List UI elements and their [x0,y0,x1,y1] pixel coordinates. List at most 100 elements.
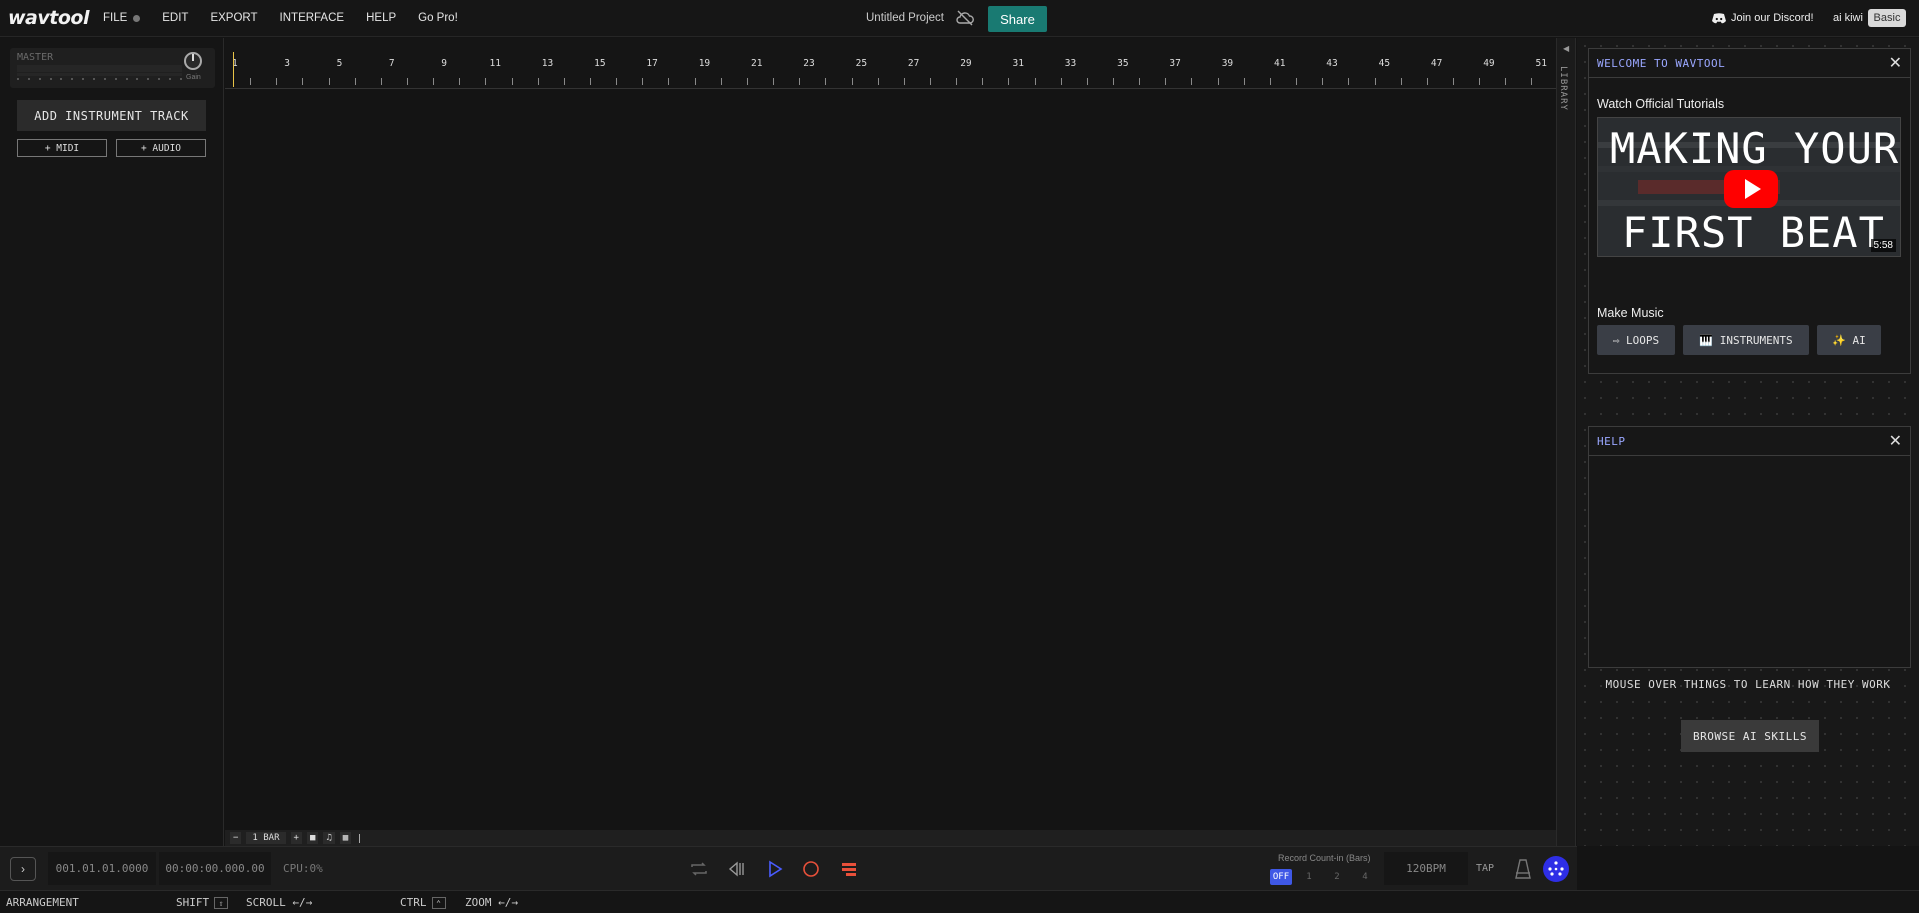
position-bars-display[interactable]: 001.01.01.0000 [48,852,156,885]
scroll-label: SCROLL [246,896,286,909]
menu-help[interactable]: HELP [366,12,396,24]
gain-knob[interactable] [184,52,202,70]
ruler-tick [302,78,304,85]
cloud-off-icon[interactable] [955,9,975,27]
ruler-tick [1034,78,1036,85]
expand-icon[interactable]: › [10,857,36,881]
timeline-ruler[interactable]: 1 3 5 7 9 11 13 15 17 19 21 23 25 27 29 31 33 35 37 39 41 43 4… [225,38,1556,89]
scroll-hint: SCROLL ←/→ [246,896,312,909]
keys-icon[interactable]: ▦ [339,832,352,844]
menu-interface[interactable]: INTERFACE [280,12,345,24]
ruler-tick [1243,78,1245,85]
share-button[interactable]: Share [988,6,1047,32]
bar-number: 41 [1274,58,1286,69]
menu-export[interactable]: EXPORT [210,12,257,24]
main-menu: FILE EDIT EXPORT INTERFACE HELP Go Pro! [103,12,480,24]
thumbnail-title-bottom: FIRST BEAT [1622,208,1885,257]
ruler-tick [1374,78,1376,85]
rewind-icon[interactable] [726,858,748,880]
snap-icon[interactable]: ♫ [323,832,335,844]
add-audio-button[interactable]: + AUDIO [116,139,206,157]
metronome-icon[interactable] [1513,857,1533,881]
instruments-button[interactable]: 🎹 INSTRUMENTS [1683,325,1809,355]
close-icon[interactable]: ✕ [1889,431,1902,451]
count-in-2[interactable]: 2 [1326,869,1348,885]
ai-assistant-icon[interactable] [1543,856,1569,882]
ruler-tick [1479,78,1481,85]
plan-badge[interactable]: Basic [1868,9,1906,27]
ruler-tick [1191,78,1193,85]
bpm-display[interactable]: 120BPM [1384,852,1468,885]
ruler-tick [825,78,827,85]
bar-number: 47 [1430,58,1443,69]
ruler-tick [694,78,696,85]
bar-number: 5 [336,58,343,69]
play-icon[interactable] [764,858,786,880]
record-icon[interactable] [800,858,822,880]
library-label: LIBRARY [1558,66,1568,111]
video-duration: 5:58 [1870,239,1896,252]
tap-tempo-button[interactable]: TAP [1476,863,1494,874]
ruler-tick [1296,78,1298,85]
ruler-tick [982,78,984,85]
count-in-4[interactable]: 4 [1354,869,1376,885]
ruler-tick [1113,78,1115,85]
zoom-out-button[interactable]: − [230,832,242,844]
add-instrument-track-button[interactable]: ADD INSTRUMENT TRACK [17,100,206,131]
bar-number: 27 [907,58,920,69]
discord-link[interactable]: Join our Discord! [1712,12,1814,24]
count-in-off[interactable]: OFF [1270,869,1292,885]
ruler-tick [1269,78,1271,85]
browse-ai-skills-button[interactable]: BROWSE AI SKILLS [1681,720,1819,752]
bar-number: 7 [388,58,395,69]
menu-file[interactable]: FILE [103,12,141,24]
bar-number: 35 [1117,58,1129,69]
menu-edit[interactable]: EDIT [162,12,188,24]
top-bar: wavtool FILE EDIT EXPORT INTERFACE HELP … [0,0,1919,37]
project-title[interactable]: Untitled Project [866,12,944,24]
count-in-1[interactable]: 1 [1298,869,1320,885]
tutorials-label: Watch Official Tutorials [1597,97,1725,111]
ruler-tick [773,78,775,85]
ruler-tick [433,78,435,85]
tutorial-video-thumbnail[interactable]: MAKING YOUR FIRST BEAT 5:58 [1597,117,1901,257]
bar-number: 11 [489,58,501,69]
ruler-tick [877,78,879,85]
ctrl-label: CTRL [400,896,427,909]
ruler-tick [929,78,931,85]
ruler-tick [1217,78,1219,85]
add-midi-button[interactable]: + MIDI [17,139,107,157]
zoom-in-button[interactable]: + [290,832,302,844]
collapse-arrow-icon: ◀ [1563,44,1570,53]
bar-number: 51 [1535,58,1547,69]
mode-label: ARRANGEMENT [6,896,79,909]
gain-label: Gain [186,74,201,81]
position-time-display[interactable]: 00:00:00.000.00 [159,852,271,885]
loop-icon[interactable] [688,858,710,880]
track-panel: MASTER Gain ADD INSTRUMENT TRACK + MIDI … [0,38,224,846]
bar-number: 29 [960,58,972,69]
shift-label: SHIFT [176,896,210,909]
lock-icon[interactable]: ■ [306,832,319,844]
master-meter-right [17,73,182,76]
grid-size-selector[interactable]: 1 BAR [246,832,286,844]
app-logo[interactable]: wavtool [8,7,89,29]
library-toggle[interactable]: ◀ LIBRARY [1556,38,1576,846]
close-icon[interactable]: ✕ [1889,53,1902,73]
ai-button[interactable]: ✨ AI [1817,325,1881,355]
username[interactable]: ai kiwi [1833,12,1863,24]
playhead[interactable] [233,52,234,87]
tracks-menu-icon[interactable] [838,858,860,880]
bar-number: 43 [1326,58,1338,69]
menu-go-pro[interactable]: Go Pro! [418,12,458,24]
ruler-tick [720,78,722,85]
youtube-play-icon[interactable] [1724,170,1778,208]
ruler-tick [250,78,252,85]
master-track[interactable]: MASTER Gain [10,48,215,88]
loops-button[interactable]: ⇨ LOOPS [1597,325,1675,355]
bar-number: 17 [646,58,658,69]
zoom-hint: ZOOM ←/→ [465,896,518,909]
ruler-tick [328,78,330,85]
bar-number: 37 [1169,58,1181,69]
arrangement-timeline[interactable]: 1 3 5 7 9 11 13 15 17 19 21 23 25 27 29 31 33 35 37 39 41 43 4… [225,38,1556,846]
